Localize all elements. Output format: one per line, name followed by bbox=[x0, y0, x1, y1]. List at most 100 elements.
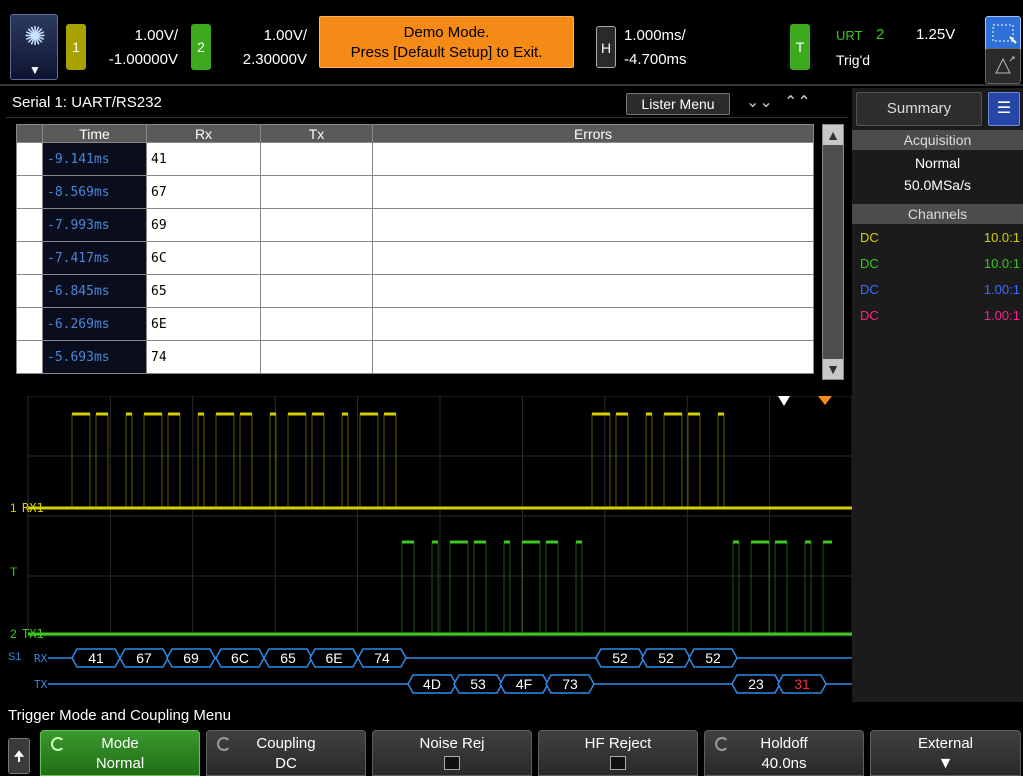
errors-cell bbox=[372, 307, 814, 341]
rx-decoded-byte-label: 6C bbox=[231, 650, 249, 666]
serial-lister-panel: Serial 1: UART/RS232 Lister Menu ⌄⌄ ⌃⌃ T… bbox=[6, 88, 848, 394]
holdoff-softkey[interactable]: Holdoff 40.0ns bbox=[704, 730, 864, 776]
softkey-value: Normal bbox=[95, 755, 145, 772]
table-row[interactable]: -7.993ms 69 bbox=[16, 208, 814, 242]
channel-2-offset: 2.30000V bbox=[242, 51, 307, 68]
list-icon[interactable]: ☰ bbox=[988, 92, 1020, 126]
rx-decoded-byte-label: 41 bbox=[88, 650, 104, 666]
channel-1-button[interactable]: 1 bbox=[66, 24, 86, 70]
rx-cell: 69 bbox=[146, 208, 261, 242]
trigger-source: 2 bbox=[876, 26, 885, 43]
tx-cell bbox=[260, 175, 373, 209]
noise-reject-softkey[interactable]: Noise Rej bbox=[372, 730, 532, 776]
serial-bus-marker[interactable]: S1 bbox=[8, 651, 21, 663]
tx-decoded-byte-label: 4F bbox=[516, 676, 532, 692]
lister-header: Serial 1: UART/RS232 Lister Menu ⌄⌄ ⌃⌃ bbox=[6, 88, 848, 118]
lister-scrollbar[interactable]: ▲ ▼ bbox=[822, 124, 844, 380]
lister-table: Time Rx Tx Errors -9.141ms 41 -8.569ms 67 … bbox=[16, 124, 814, 374]
time-cell: -7.993ms bbox=[42, 208, 147, 242]
scroll-up-icon[interactable]: ▲ bbox=[823, 125, 843, 145]
acquisition-header: Acquisition bbox=[852, 130, 1023, 150]
tx-cell bbox=[260, 208, 373, 242]
rx-decode-label: RX bbox=[34, 652, 48, 665]
agilent-logo-icon: ✺ bbox=[24, 22, 46, 52]
probe-ratio: 1.00:1 bbox=[983, 308, 1020, 323]
rx-cell: 6E bbox=[146, 307, 261, 341]
time-cell: -6.845ms bbox=[42, 274, 147, 308]
channel-2-button[interactable]: 2 bbox=[191, 24, 211, 70]
time-cell: -5.693ms bbox=[42, 340, 147, 374]
tx-cell bbox=[260, 142, 373, 176]
coupling-softkey[interactable]: Coupling DC bbox=[206, 730, 366, 776]
column-header-time[interactable]: Time bbox=[42, 124, 147, 143]
menu-back-button[interactable]: 🠉 bbox=[8, 738, 30, 774]
entry-knob-icon bbox=[715, 737, 729, 751]
time-cell: -6.269ms bbox=[42, 307, 147, 341]
trigger-level-marker[interactable]: T bbox=[10, 565, 18, 579]
table-row[interactable]: -8.569ms 67 bbox=[16, 175, 814, 209]
chevron-down-icon: ▼ bbox=[29, 63, 41, 77]
tx-decode-label: TX bbox=[34, 678, 48, 691]
demo-message-line1: Demo Mode. bbox=[403, 24, 490, 41]
entry-knob-icon bbox=[51, 737, 65, 751]
channel-1-scale: 1.00V/ bbox=[134, 27, 178, 44]
tx-decoded-byte-label: 53 bbox=[470, 676, 486, 692]
softkey-label: External bbox=[917, 735, 974, 752]
errors-cell bbox=[372, 208, 814, 242]
rx-decoded-byte-label: 74 bbox=[374, 650, 390, 666]
coupling: DC bbox=[860, 282, 879, 297]
errors-cell bbox=[372, 274, 814, 308]
arrow-up-icon: 🠉 bbox=[13, 748, 25, 764]
channel-1-offset: -1.00000V bbox=[108, 51, 178, 68]
probe-ratio: 1.00:1 bbox=[983, 282, 1020, 297]
rx-cell: 6C bbox=[146, 241, 261, 275]
scroll-down-icon[interactable]: ▼ bbox=[823, 359, 843, 379]
cursor-mode-button[interactable] bbox=[985, 48, 1021, 84]
column-header-rx[interactable]: Rx bbox=[146, 124, 261, 143]
external-softkey[interactable]: External ▼ bbox=[870, 730, 1021, 776]
rx-cell: 41 bbox=[146, 142, 261, 176]
lister-menu-button[interactable]: Lister Menu bbox=[626, 93, 730, 115]
channel-1-label: RX1 bbox=[22, 501, 44, 515]
sample-rate: 50.0MSa/s bbox=[904, 177, 971, 193]
collapse-down-icon[interactable]: ⌄⌄ bbox=[746, 92, 773, 112]
summary-tab[interactable]: Summary bbox=[856, 92, 982, 126]
time-reference-marker bbox=[778, 396, 790, 406]
table-row[interactable]: -5.693ms 74 bbox=[16, 340, 814, 374]
demo-mode-banner: Demo Mode. Press [Default Setup] to Exit… bbox=[319, 16, 574, 68]
expand-up-icon[interactable]: ⌃⌃ bbox=[784, 92, 811, 112]
time-cell: -7.417ms bbox=[42, 241, 147, 275]
coupling: DC bbox=[860, 308, 879, 323]
table-row[interactable]: -6.845ms 65 bbox=[16, 274, 814, 308]
column-header-tx[interactable]: Tx bbox=[260, 124, 373, 143]
mode-softkey[interactable]: Mode Normal bbox=[40, 730, 200, 776]
channel-4-summary: DC 1.00:1 bbox=[860, 306, 1020, 326]
channel-2-ground-marker[interactable]: 2 bbox=[10, 627, 17, 641]
zoom-select-button[interactable] bbox=[985, 16, 1021, 52]
hf-reject-checkbox[interactable] bbox=[610, 756, 626, 770]
column-header-errors[interactable]: Errors bbox=[372, 124, 814, 143]
delta-cursor-icon bbox=[995, 56, 1015, 74]
main-menu-button[interactable]: ✺ ▼ bbox=[10, 14, 58, 80]
trigger-button[interactable]: T bbox=[790, 24, 810, 70]
waveform-display[interactable]: 41 67 69 6C 65 6E 74 52 52 52 4D 53 4F 73 23 31 1 RX1 T… bbox=[6, 396, 852, 702]
table-row[interactable]: -9.141ms 41 bbox=[16, 142, 814, 176]
errors-cell bbox=[372, 175, 814, 209]
summary-panel: Summary ☰ Acquisition Normal 50.0MSa/s C… bbox=[852, 88, 1023, 702]
channel-1-ground-marker[interactable]: 1 bbox=[10, 501, 17, 515]
acquisition-mode: Normal bbox=[914, 155, 961, 171]
horizontal-button[interactable]: H bbox=[596, 26, 616, 68]
noise-reject-checkbox[interactable] bbox=[444, 756, 460, 770]
table-row[interactable]: -6.269ms 6E bbox=[16, 307, 814, 341]
tx-cell bbox=[260, 307, 373, 341]
probe-ratio: 10.0:1 bbox=[983, 256, 1020, 271]
rx-decoded-byte-label: 65 bbox=[280, 650, 296, 666]
rx-decoded-byte-label: 52 bbox=[612, 650, 628, 666]
channel-3-summary: DC 1.00:1 bbox=[860, 280, 1020, 300]
table-row[interactable]: -7.417ms 6C bbox=[16, 241, 814, 275]
menu-title: Trigger Mode and Coupling Menu bbox=[0, 704, 1023, 728]
channel-2-label: TX1 bbox=[22, 627, 44, 641]
rx-cell: 67 bbox=[146, 175, 261, 209]
softkey-value: 40.0ns bbox=[761, 755, 807, 772]
hf-reject-softkey[interactable]: HF Reject bbox=[538, 730, 698, 776]
